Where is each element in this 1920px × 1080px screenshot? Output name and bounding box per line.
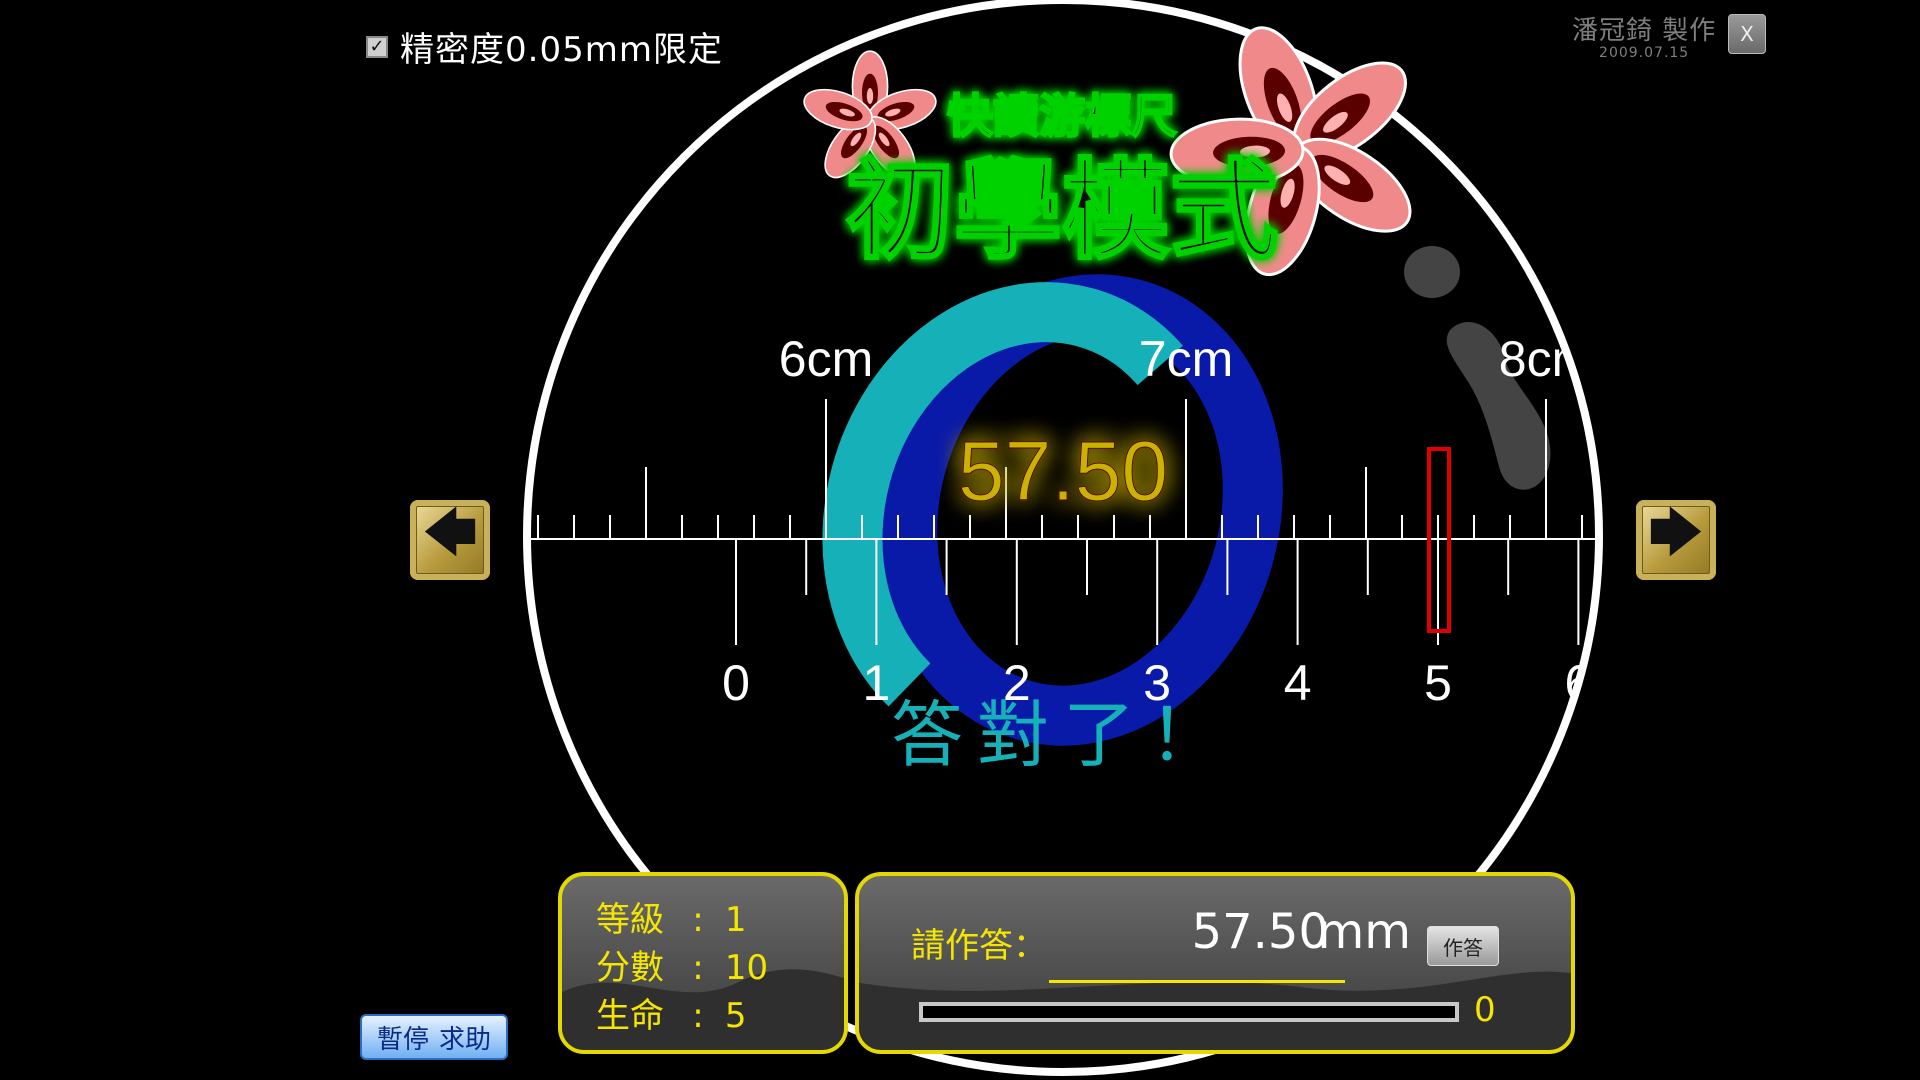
arrow-left-icon: 🡄: [422, 501, 478, 564]
vernier-scale-label: 6: [1564, 655, 1592, 711]
vernier-scale-label: 0: [722, 655, 750, 711]
level-label: 等級: [596, 900, 664, 940]
vernier-scale-label: 5: [1424, 655, 1452, 711]
answer-prompt: 請作答：: [911, 926, 1047, 966]
credit-date: 2009.07.15: [1599, 45, 1690, 61]
level-row: 等級: 1: [562, 896, 844, 944]
precision-label: 精密度0.05mm限定: [400, 30, 723, 70]
level-value: 1: [724, 900, 747, 940]
main-scale-label: 6cm: [779, 331, 873, 387]
precision-toggle[interactable]: ✓ 精密度0.05mm限定: [366, 22, 723, 71]
answer-panel: 請作答： 57.50 mm 作答 0: [855, 872, 1575, 1054]
feedback-text: 答對了！: [891, 693, 1235, 777]
arrow-right-icon: 🡆: [1648, 501, 1704, 564]
answer-input[interactable]: 57.50: [1039, 904, 1329, 960]
close-button[interactable]: X: [1728, 14, 1766, 54]
vernier-scale-label: 1: [862, 655, 890, 711]
move-left-button[interactable]: 🡄: [410, 500, 490, 580]
stats-panel: 等級: 1 分數: 10 生命: 5: [558, 872, 848, 1054]
help-label: 求助: [439, 1024, 492, 1055]
title-large: 初學模式: [846, 149, 1278, 274]
score-value: 10: [724, 948, 769, 988]
score-row: 分數: 10: [562, 944, 844, 992]
blob-shape: [1404, 246, 1460, 298]
submit-answer-button[interactable]: 作答: [1427, 926, 1499, 966]
timer-value: 0: [1474, 990, 1496, 1030]
pause-label: 暫停: [376, 1024, 429, 1055]
pause-help-button[interactable]: 暫停 求助: [360, 1014, 508, 1060]
title-small: 快讀游標尺: [947, 89, 1177, 143]
reading-display: 57.50: [958, 424, 1168, 518]
credit-block: 潘冠錡 製作 2009.07.15: [1572, 10, 1716, 61]
life-label: 生命: [596, 996, 664, 1036]
vernier-scale-label: 4: [1284, 655, 1312, 711]
move-right-button[interactable]: 🡆: [1636, 500, 1716, 580]
answer-underline: [1049, 980, 1345, 983]
check-icon[interactable]: ✓: [366, 35, 388, 58]
score-label: 分數: [596, 948, 664, 988]
timer-bar: [919, 1002, 1459, 1022]
life-value: 5: [724, 996, 747, 1036]
credit-author: 潘冠錡 製作: [1572, 16, 1717, 46]
answer-unit: mm: [1317, 904, 1411, 960]
main-scale-label: 7cm: [1139, 331, 1233, 387]
life-row: 生命: 5: [562, 992, 844, 1040]
